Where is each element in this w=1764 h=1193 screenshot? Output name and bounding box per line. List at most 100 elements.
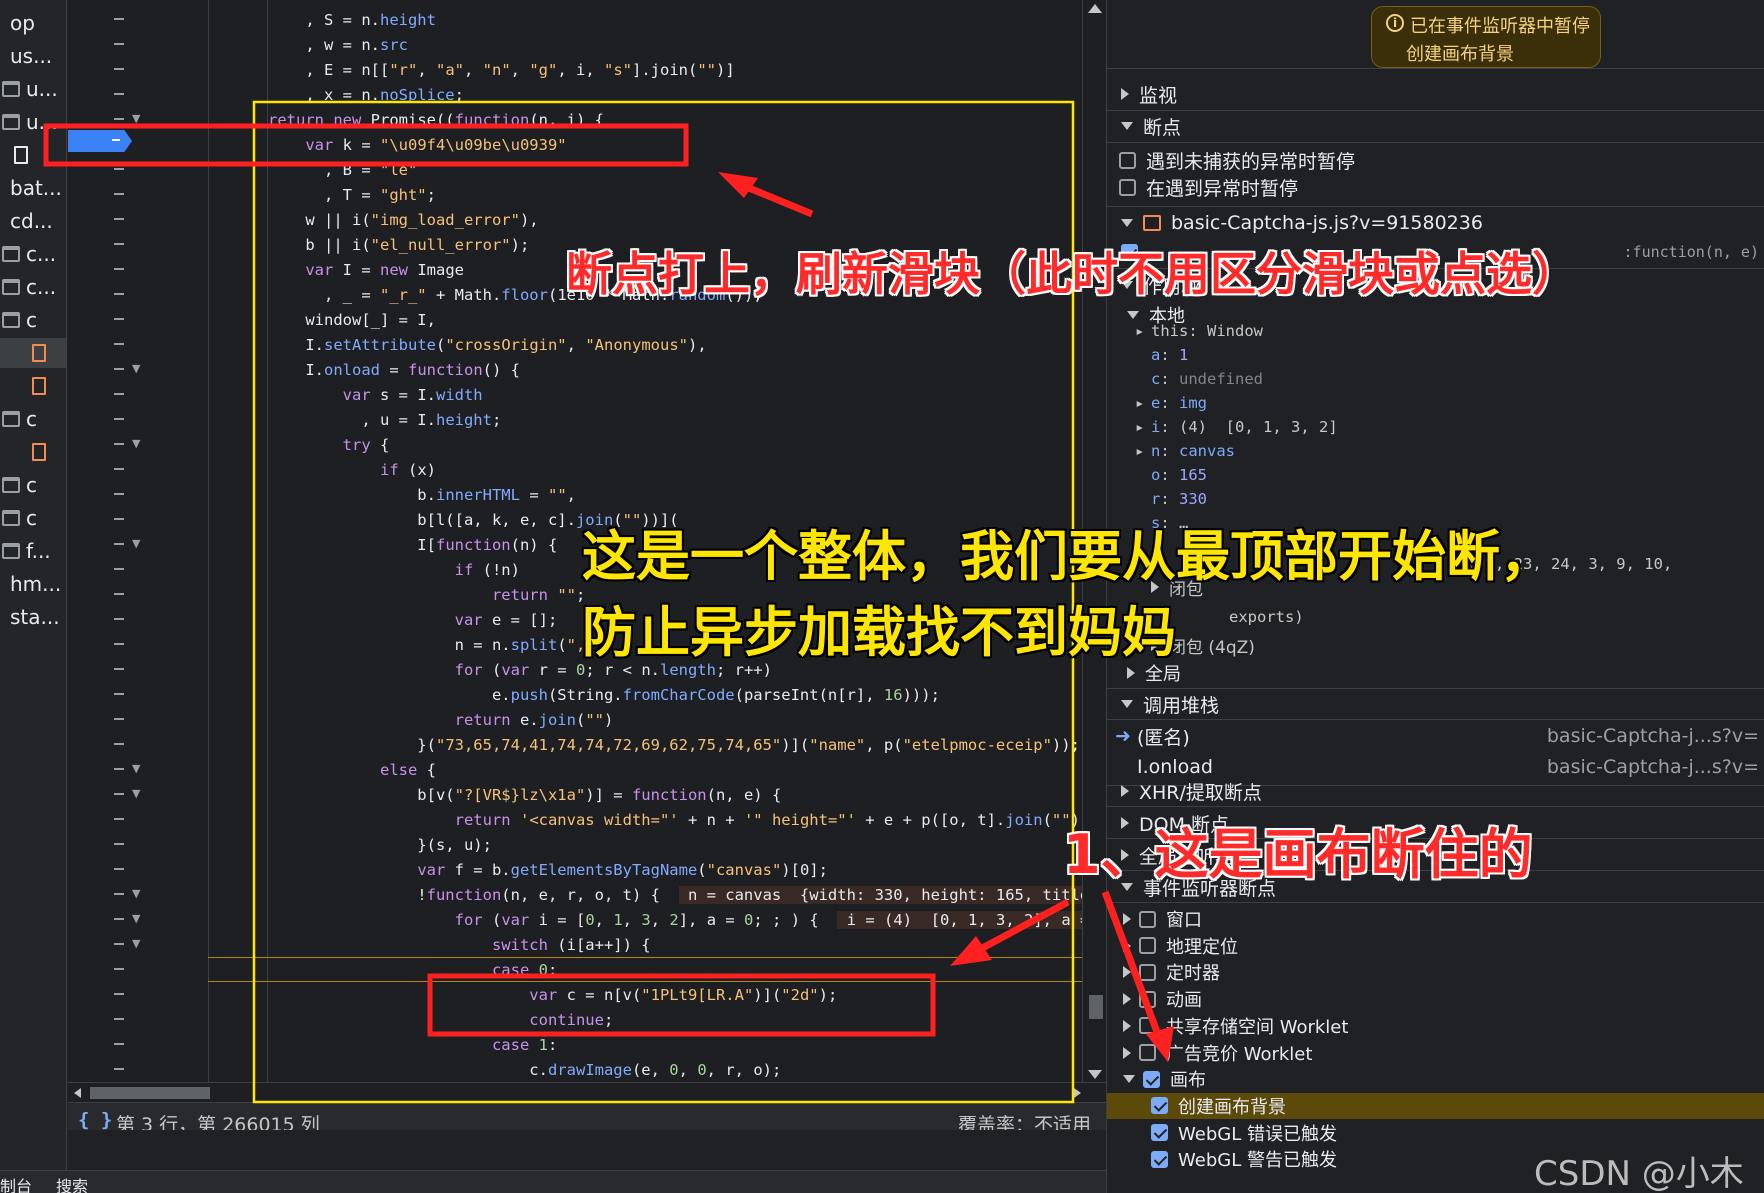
code-line[interactable]: b || i("el_null_error"); [268, 233, 529, 257]
breakpoint-marker[interactable] [68, 130, 132, 152]
gutter-marker[interactable] [114, 368, 124, 370]
scope-variable-row[interactable]: ▸ this: Window [1135, 322, 1263, 340]
event-checkbox[interactable] [1139, 937, 1156, 955]
scope-variable-row[interactable]: ▸ n: canvas [1135, 442, 1235, 460]
tree-item[interactable]: us... [0, 41, 67, 71]
gutter-marker[interactable] [114, 468, 124, 470]
gutter-marker[interactable] [114, 693, 124, 695]
code-line[interactable]: continue; [268, 1008, 613, 1032]
gutter-marker[interactable] [114, 943, 124, 945]
code-line[interactable]: , T = "ght"; [268, 183, 436, 207]
code-line[interactable]: var I = new Image [268, 258, 464, 282]
gutter-marker[interactable] [114, 118, 124, 120]
scope-global[interactable]: 全局 [1107, 658, 1764, 688]
event-breakpoint-item[interactable]: WebGL 错误已触发 [1107, 1120, 1764, 1146]
tree-item[interactable]: op [0, 8, 67, 38]
event-breakpoint-item[interactable]: 广告竞价 Worklet [1107, 1040, 1764, 1066]
event-breakpoint-item[interactable]: 创建画布背景 [1107, 1092, 1764, 1119]
gutter-marker[interactable] [114, 1068, 124, 1070]
code-line[interactable]: return ""; [268, 583, 585, 607]
scroll-down-arrow-icon[interactable] [1088, 1070, 1102, 1079]
gutter-marker[interactable] [114, 668, 124, 670]
code-line[interactable]: , S = n.height [268, 8, 436, 32]
code-line[interactable]: return '<canvas width="' + n + '" height… [268, 808, 1090, 832]
gutter-marker[interactable] [114, 568, 124, 570]
code-line[interactable]: , E = n[["r", "a", "n", "g", i, "s"].joi… [268, 58, 734, 82]
code-line[interactable]: case 1: [268, 1033, 557, 1057]
fold-toggle-icon[interactable]: ▼ [132, 787, 140, 800]
event-breakpoint-item[interactable]: 定时器 [1107, 959, 1764, 985]
gutter-marker[interactable] [114, 393, 124, 395]
code-line[interactable]: else { [268, 758, 436, 782]
tree-item[interactable]: u... [0, 107, 67, 137]
code-line[interactable]: , B = "le" [268, 158, 417, 182]
code-line[interactable]: var f = b.getElementsByTagName("canvas")… [268, 858, 828, 882]
tree-item[interactable] [0, 140, 67, 170]
gutter-marker[interactable] [114, 643, 124, 645]
scroll-right-arrow-icon[interactable] [1074, 1088, 1081, 1098]
gutter-marker[interactable] [114, 818, 124, 820]
gutter-marker[interactable] [114, 443, 124, 445]
tree-item[interactable]: c [0, 404, 67, 434]
tree-item[interactable] [0, 338, 67, 368]
event-breakpoint-item[interactable]: 画布 [1107, 1066, 1764, 1092]
gutter-marker[interactable] [114, 1043, 124, 1045]
scope-variable-row[interactable]: r: 330 [1135, 490, 1207, 508]
pause-caught-option[interactable]: 在遇到异常时暂停 [1107, 172, 1764, 202]
gutter-marker[interactable] [114, 893, 124, 895]
fold-toggle-icon[interactable]: ▼ [132, 887, 140, 900]
code-line[interactable]: return e.join("") [268, 708, 614, 732]
event-checkbox[interactable] [1139, 910, 1156, 928]
code-line[interactable]: I.onload = function() { [268, 358, 520, 382]
scope-variable-row[interactable]: ▸ i: (4) [0, 1, 3, 2] [1135, 418, 1338, 436]
code-line[interactable]: case 0: [268, 958, 557, 982]
tab-console[interactable]: 制台 [0, 1173, 32, 1193]
gutter-marker[interactable] [114, 318, 124, 320]
scope-variable-row[interactable]: c: undefined [1135, 370, 1263, 388]
fold-toggle-icon[interactable]: ▼ [132, 537, 140, 550]
code-line[interactable]: }("73,65,74,41,74,74,72,69,62,75,74,65")… [268, 733, 1080, 757]
code-line[interactable]: e.push(String.fromCharCode(parseInt(n[r]… [268, 683, 940, 707]
gutter-marker[interactable] [114, 68, 124, 70]
code-line[interactable]: switch (i[a++]) { [268, 933, 651, 957]
gutter-marker[interactable] [114, 493, 124, 495]
event-checkbox[interactable] [1151, 1150, 1168, 1168]
gutter-marker[interactable] [114, 243, 124, 245]
tree-item[interactable]: hm... [0, 569, 67, 599]
line-gutter[interactable]: ▼ ▼ ▼ ▼ ▼ ▼ ▼ ▼ ▼ [68, 0, 268, 1100]
section-call-stack[interactable]: 调用堆栈 [1107, 689, 1764, 719]
gutter-marker[interactable] [114, 93, 124, 95]
gutter-marker[interactable] [114, 343, 124, 345]
gutter-marker[interactable] [114, 618, 124, 620]
event-checkbox[interactable] [1151, 1124, 1168, 1142]
code-line[interactable]: if (!n) [268, 558, 520, 582]
breakpoint-file-row[interactable]: basic-Captcha-js.js?v=91580236 [1107, 208, 1764, 238]
horizontal-scrollbar[interactable] [68, 1082, 1106, 1102]
code-line[interactable]: for (var i = [0, 1, 3, 2], a = 0; ; ) { … [268, 908, 1106, 932]
code-line[interactable]: , x = n.noSplice; [268, 83, 464, 107]
tree-item[interactable]: cd... [0, 206, 67, 236]
fold-toggle-icon[interactable]: ▼ [132, 912, 140, 925]
code-line[interactable]: window[_] = I, [268, 308, 436, 332]
gutter-marker[interactable] [114, 293, 124, 295]
event-checkbox[interactable] [1139, 963, 1156, 981]
scope-closure-2[interactable]: 闭包 (4qZ) [1107, 630, 1764, 660]
gutter-marker[interactable] [114, 868, 124, 870]
tab-search[interactable]: 搜索 [56, 1173, 88, 1193]
gutter-marker[interactable] [114, 193, 124, 195]
code-line[interactable]: try { [268, 433, 390, 457]
tree-item[interactable]: c [0, 305, 67, 335]
gutter-marker[interactable] [114, 218, 124, 220]
gutter-marker[interactable] [114, 18, 124, 20]
code-line[interactable]: , w = n.src [268, 33, 408, 57]
scroll-thumb[interactable] [1089, 995, 1103, 1019]
scroll-up-arrow-icon[interactable] [1088, 4, 1102, 13]
gutter-marker[interactable] [114, 518, 124, 520]
section-xhr-breakpoints[interactable]: XHR/提取断点 [1107, 776, 1764, 806]
code-line[interactable]: b[v("?[VR$}lz\x1a")] = function(n, e) { [268, 783, 781, 807]
event-checkbox[interactable] [1139, 1044, 1156, 1061]
code-line[interactable]: }(s, u); [268, 833, 492, 857]
tree-item[interactable]: c [0, 470, 67, 500]
code-line[interactable]: var e = []; [268, 608, 558, 632]
gutter-marker[interactable] [114, 543, 124, 545]
